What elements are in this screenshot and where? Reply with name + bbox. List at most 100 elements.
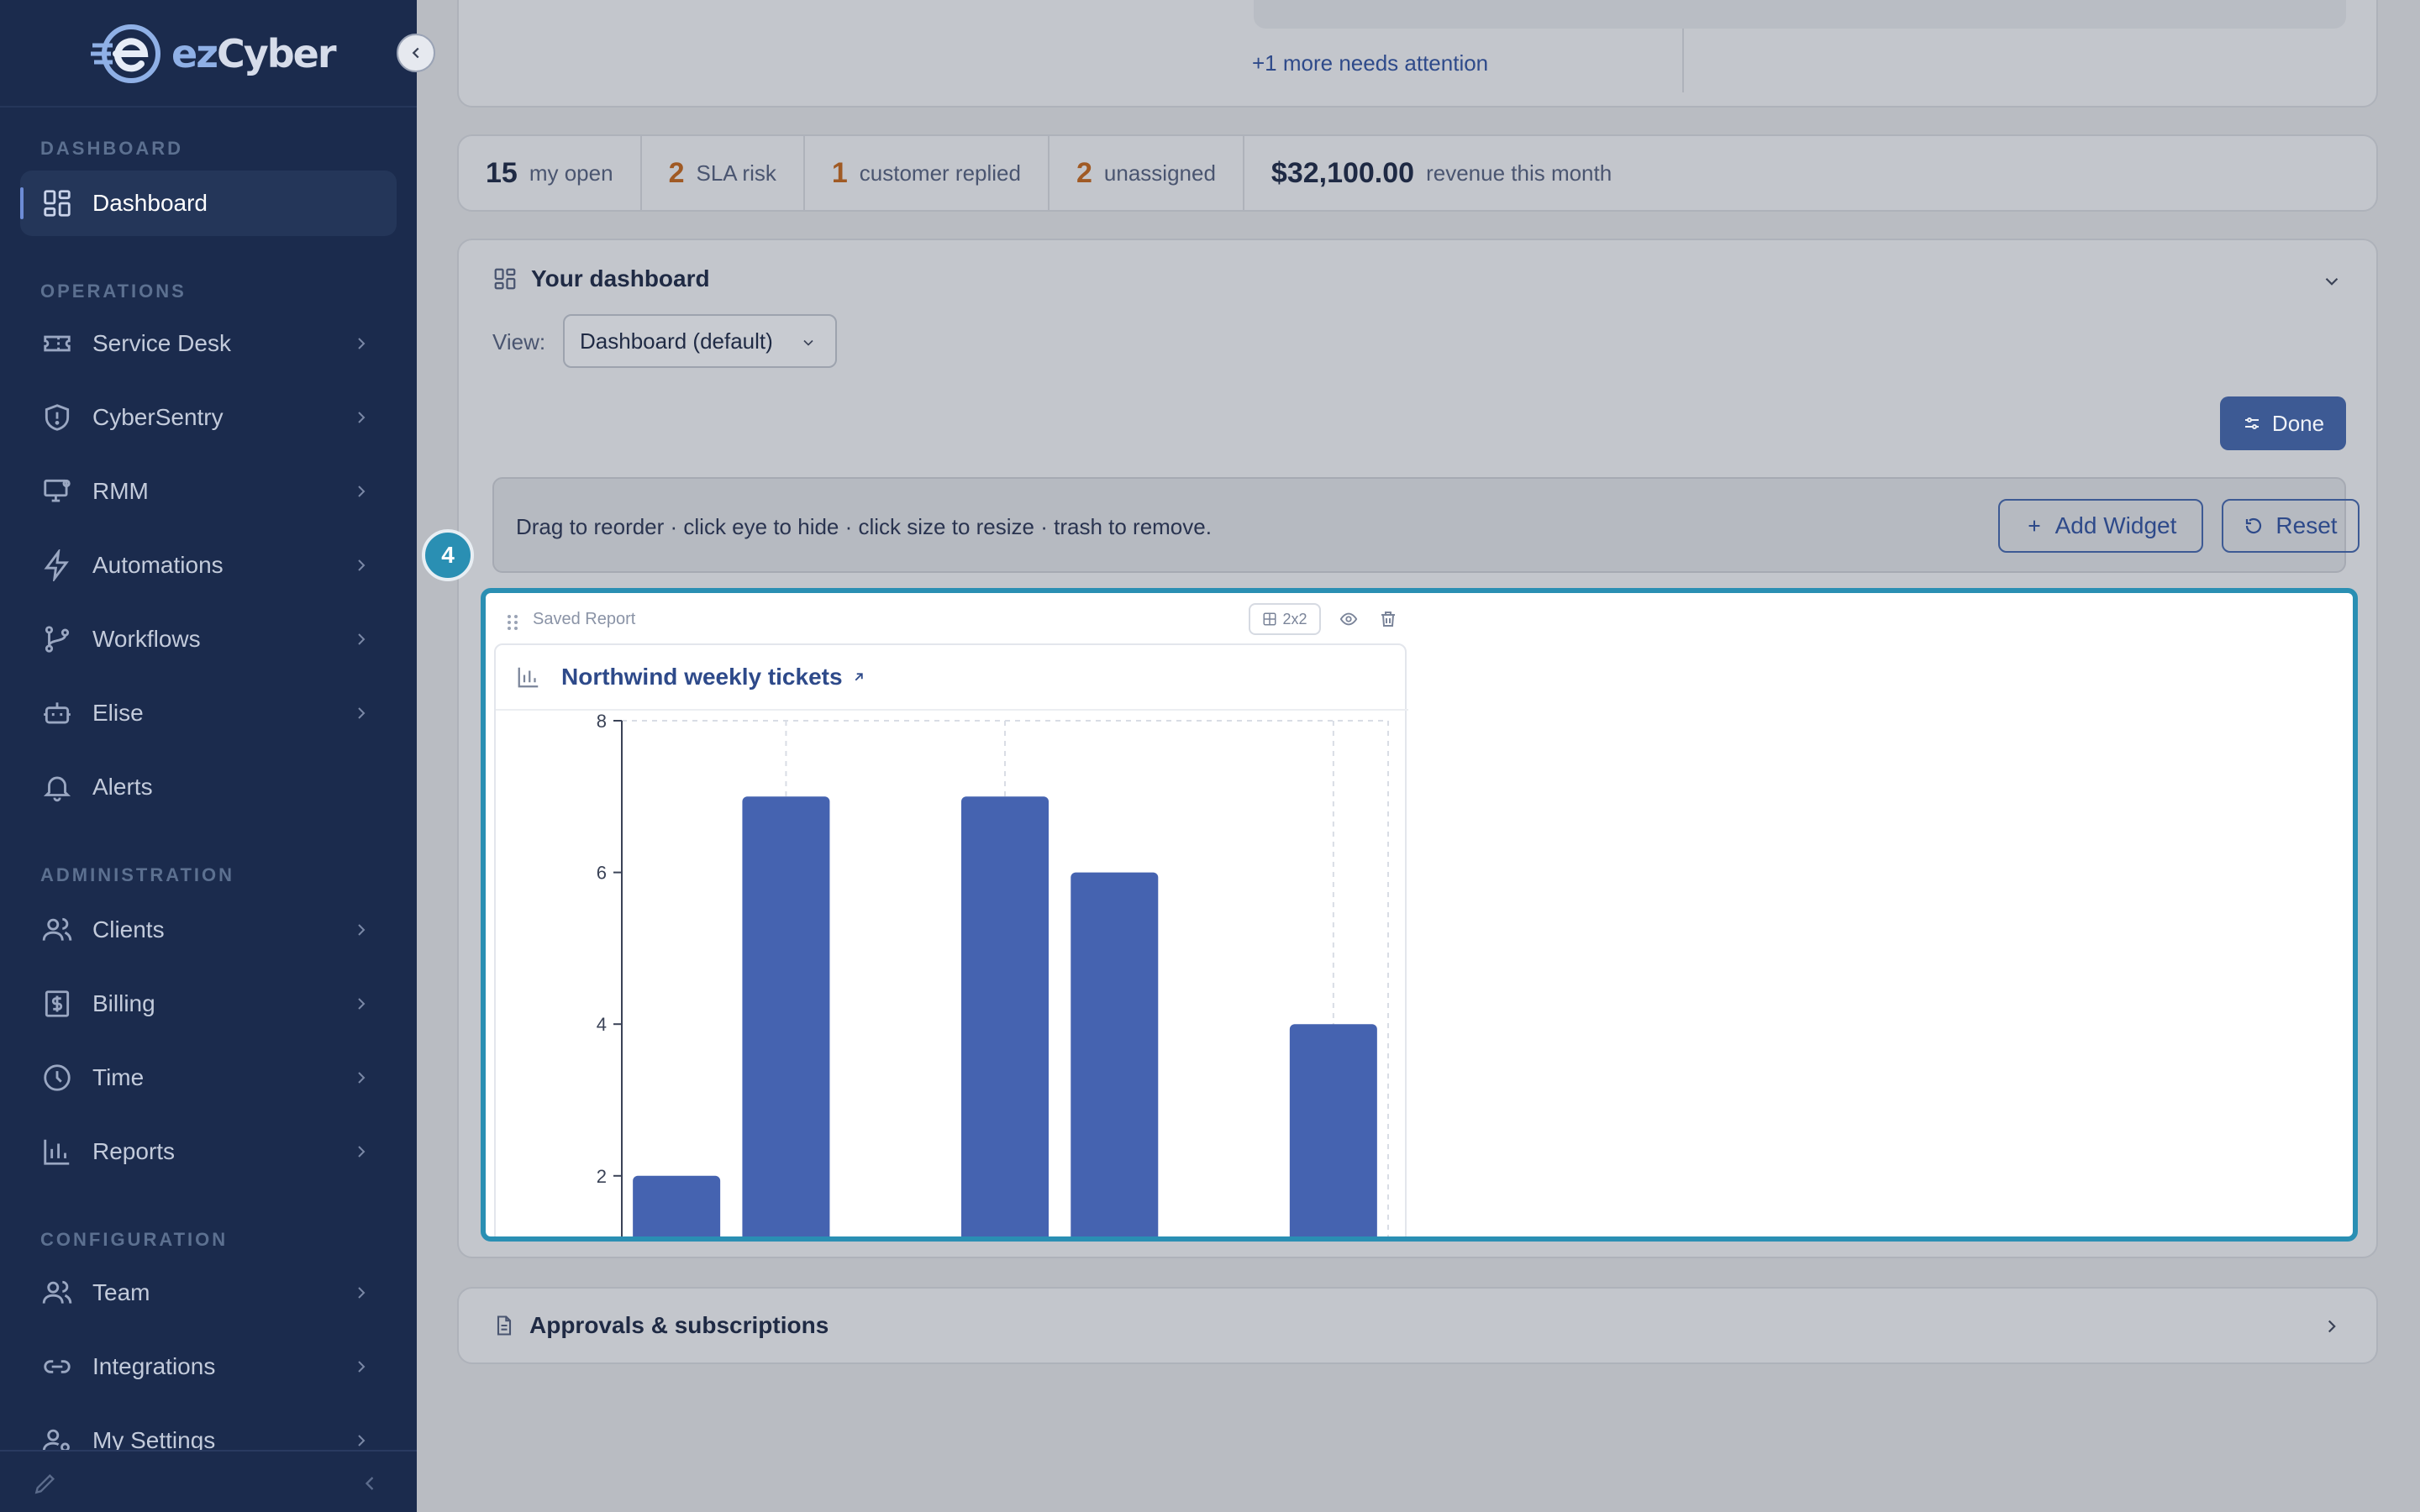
sidebar-item-label: Team: [92, 1279, 150, 1305]
more-attention-link[interactable]: +1 more needs attention: [1252, 50, 1488, 76]
sidebar-item-label: Service Desk: [92, 330, 231, 356]
widget-type-label: Saved Report: [533, 610, 636, 628]
sidebar-item-label: Integrations: [92, 1353, 216, 1379]
clock-icon: [39, 1059, 76, 1096]
reset-label: Reset: [2275, 512, 2338, 538]
sidebar-item-label: Billing: [92, 990, 155, 1016]
stat-sla-risk[interactable]: 2 SLA risk: [642, 134, 805, 212]
widget-size-label: 2x2: [1282, 610, 1307, 627]
section-administration: ADMINISTRATION: [40, 864, 235, 885]
dollar-icon: [39, 985, 76, 1022]
bell-icon: [39, 769, 76, 806]
drag-handle-icon[interactable]: [506, 613, 519, 632]
sidebar-item-service-desk[interactable]: Service Desk: [20, 311, 397, 376]
sidebar-item-reports[interactable]: Reports: [20, 1119, 397, 1184]
dashboard-header[interactable]: Your dashboard: [492, 265, 710, 292]
bar-chart-icon: [518, 667, 539, 688]
sidebar-item-workflows[interactable]: Workflows: [20, 606, 397, 672]
sidebar-item-elise[interactable]: Elise: [20, 680, 397, 746]
chevron-right-icon: [358, 486, 366, 497]
stat-label: my open: [529, 160, 613, 186]
stat-value: 2: [668, 156, 685, 189]
sidebar-item-label: RMM: [92, 478, 149, 504]
edit-hint-text: Drag to reorder · click eye to hide · cl…: [516, 514, 1212, 539]
stat-customer-replied[interactable]: 1 customer replied: [805, 134, 1050, 212]
chart-bar: [1071, 872, 1159, 1236]
sidebar-item-label: Workflows: [92, 626, 201, 652]
sidebar-item-rmm[interactable]: RMM: [20, 459, 397, 524]
stat-label: unassigned: [1103, 160, 1216, 186]
plus-icon: [2028, 520, 2040, 532]
attention-item: [1254, 0, 2346, 29]
stat-value: 15: [486, 156, 518, 189]
grid-icon: [39, 185, 76, 222]
chevron-left-icon[interactable]: [358, 1472, 381, 1495]
eye-icon[interactable]: [1338, 610, 1360, 628]
sidebar-item-clients[interactable]: Clients: [20, 897, 397, 963]
sidebar-item-label: Automations: [92, 552, 224, 578]
saved-report-card: Northwind weekly tickets 2 4 6 8: [494, 643, 1408, 1236]
sidebar-item-automations[interactable]: Automations: [20, 533, 397, 598]
sliders-icon: [2244, 417, 2259, 429]
widget-saved-report[interactable]: Saved Report 2x2 Northwind weekly ticket…: [481, 588, 2358, 1242]
chart-bar: [742, 796, 830, 1236]
edit-hint-bar: Drag to reorder · click eye to hide · cl…: [492, 477, 2360, 573]
stat-label: customer replied: [859, 160, 1021, 186]
branch-icon: [39, 621, 76, 658]
sidebar-item-cybersentry[interactable]: CyberSentry: [20, 385, 397, 450]
stat-value: 2: [1076, 156, 1092, 189]
chevron-right-icon: [358, 338, 366, 349]
sidebar-item-billing[interactable]: Billing: [20, 971, 397, 1037]
sidebar-item-label: Reports: [92, 1138, 176, 1164]
users-icon: [39, 911, 76, 948]
chevron-right-icon: [358, 1287, 366, 1299]
view-select[interactable]: Dashboard (default): [563, 314, 837, 368]
add-widget-label: Add Widget: [2054, 512, 2177, 538]
sidebar-item-label: Alerts: [92, 774, 153, 800]
done-button[interactable]: Done: [2220, 396, 2346, 450]
section-operations: OPERATIONS: [40, 281, 187, 302]
dashboard-title: Your dashboard: [531, 265, 710, 291]
y-tick-label: 6: [597, 863, 607, 884]
report-bar-chart: 2 4 6 8: [597, 711, 1389, 1236]
reset-button[interactable]: Reset: [2222, 499, 2360, 553]
widget-size-button[interactable]: 2x2: [1249, 603, 1321, 635]
bar-chart-icon: [39, 1133, 76, 1170]
approvals-panel[interactable]: Approvals & subscriptions: [457, 1287, 2378, 1364]
view-label: View:: [492, 329, 546, 354]
stats-strip: 15 my open 2 SLA risk 1 customer replied…: [457, 134, 2378, 212]
grid-icon: [494, 268, 516, 290]
chevron-right-icon: [2328, 1320, 2336, 1333]
sidebar-item-integrations[interactable]: Integrations: [20, 1334, 397, 1399]
chevron-right-icon: [358, 707, 366, 719]
chevron-right-icon: [358, 1435, 366, 1446]
y-tick-label: 8: [597, 711, 607, 732]
chevron-down-icon: [803, 339, 813, 346]
sidebar-footer: [0, 1450, 417, 1512]
team-icon: [39, 1274, 76, 1311]
stat-my-open[interactable]: 15 my open: [459, 134, 642, 212]
sidebar-item-dashboard[interactable]: Dashboard: [20, 171, 397, 236]
section-configuration: CONFIGURATION: [40, 1229, 229, 1250]
step-badge: 4: [422, 529, 474, 581]
stat-unassigned[interactable]: 2 unassigned: [1050, 134, 1244, 212]
add-widget-button[interactable]: Add Widget: [1998, 499, 2203, 553]
chevron-left-icon: [412, 47, 419, 59]
sidebar-item-team[interactable]: Team: [20, 1260, 397, 1326]
chevron-down-icon[interactable]: [2321, 270, 2343, 292]
sidebar-collapse-button[interactable]: [397, 34, 435, 72]
sidebar-item-alerts[interactable]: Alerts: [20, 754, 397, 820]
pencil-icon[interactable]: [32, 1470, 59, 1497]
chevron-right-icon: [358, 1146, 366, 1158]
sidebar-item-label: Elise: [92, 700, 144, 726]
report-title-row[interactable]: Northwind weekly tickets: [516, 660, 866, 694]
logo[interactable]: ezCyber: [91, 20, 337, 87]
stat-revenue[interactable]: $32,100.00 revenue this month: [1244, 134, 1639, 212]
sidebar-item-time[interactable]: Time: [20, 1045, 397, 1110]
trash-icon[interactable]: [1378, 608, 1398, 630]
brand-suffix: Cyber: [216, 31, 337, 76]
chevron-right-icon: [358, 559, 366, 571]
y-tick-label: 4: [597, 1014, 607, 1035]
chevron-right-icon: [358, 998, 366, 1010]
sidebar-item-label: CyberSentry: [92, 404, 224, 430]
